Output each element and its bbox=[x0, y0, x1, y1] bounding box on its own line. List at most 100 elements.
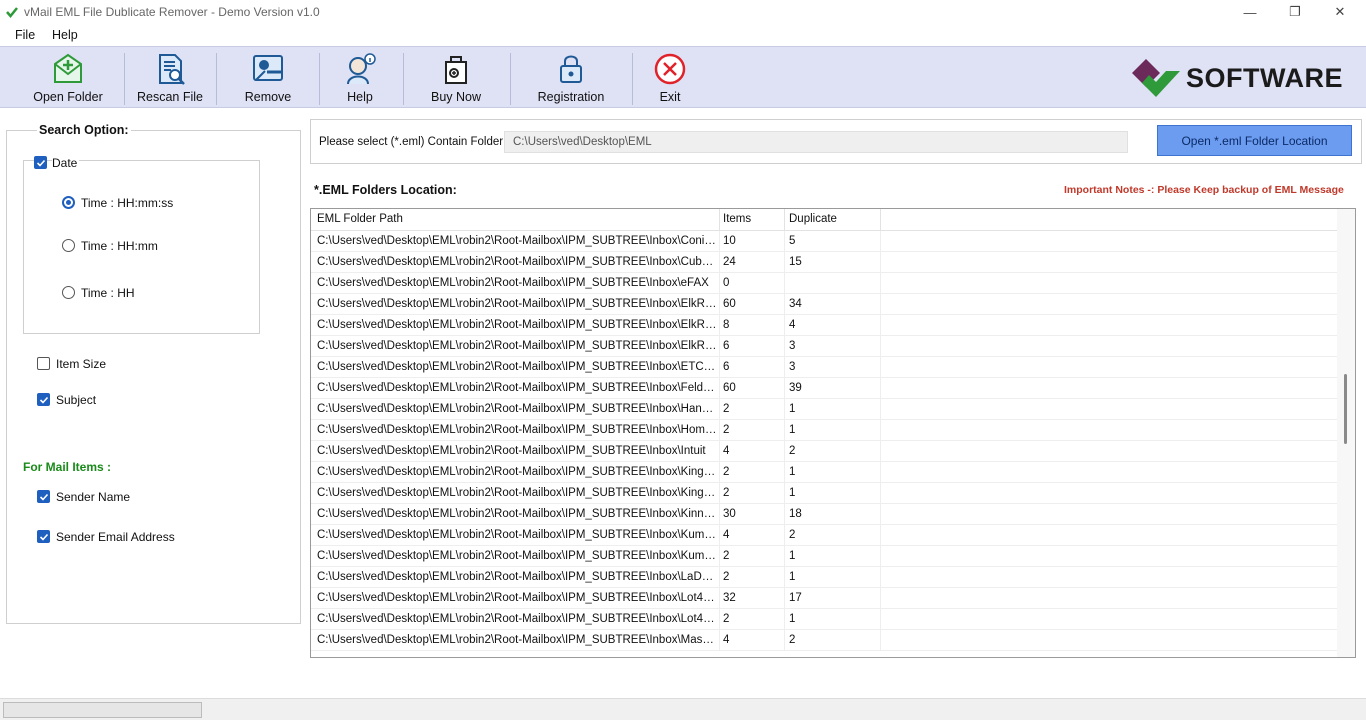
check-icon bbox=[36, 159, 45, 167]
cell-duplicate: 1 bbox=[789, 420, 881, 441]
exit-button[interactable]: Exit bbox=[645, 47, 695, 109]
cell-items: 6 bbox=[723, 336, 785, 357]
open-eml-folder-button[interactable]: Open *.eml Folder Location bbox=[1157, 125, 1352, 156]
toolbar: Open Folder Rescan File Remove Help Buy … bbox=[0, 46, 1366, 108]
cell-duplicate: 1 bbox=[789, 567, 881, 588]
cell-path: C:\Users\ved\Desktop\EML\robin2\Root-Mai… bbox=[317, 252, 720, 273]
help-button[interactable]: Help bbox=[330, 47, 390, 109]
table-row[interactable]: C:\Users\ved\Desktop\EML\robin2\Root-Mai… bbox=[311, 483, 1337, 504]
rescan-file-button[interactable]: Rescan File bbox=[133, 47, 207, 109]
subject-checkbox[interactable] bbox=[37, 393, 50, 406]
table-row[interactable]: C:\Users\ved\Desktop\EML\robin2\Root-Mai… bbox=[311, 273, 1337, 294]
minimize-button[interactable]: — bbox=[1227, 0, 1273, 24]
logo-mark-icon bbox=[1132, 59, 1180, 97]
table-row[interactable]: C:\Users\ved\Desktop\EML\robin2\Root-Mai… bbox=[311, 336, 1337, 357]
eml-folders-table[interactable]: EML Folder Path Items Duplicate C:\Users… bbox=[310, 208, 1356, 658]
radio-hh-label: Time : HH bbox=[81, 286, 135, 300]
table-row[interactable]: C:\Users\ved\Desktop\EML\robin2\Root-Mai… bbox=[311, 252, 1337, 273]
open-folder-label: Open Folder bbox=[33, 90, 103, 104]
check-icon bbox=[39, 533, 48, 541]
cell-items: 6 bbox=[723, 357, 785, 378]
registration-label: Registration bbox=[537, 90, 605, 104]
cell-duplicate: 17 bbox=[789, 588, 881, 609]
buy-now-button[interactable]: Buy Now bbox=[420, 47, 492, 109]
table-row[interactable]: C:\Users\ved\Desktop\EML\robin2\Root-Mai… bbox=[311, 546, 1337, 567]
cell-items: 32 bbox=[723, 588, 785, 609]
table-row[interactable]: C:\Users\ved\Desktop\EML\robin2\Root-Mai… bbox=[311, 609, 1337, 630]
check-icon bbox=[39, 396, 48, 404]
cell-duplicate: 1 bbox=[789, 483, 881, 504]
date-group: Time : HH:mm:ss Time : HH:mm Time : HH bbox=[23, 160, 260, 334]
menu-help[interactable]: Help bbox=[52, 28, 78, 42]
cell-duplicate: 39 bbox=[789, 378, 881, 399]
cell-path: C:\Users\ved\Desktop\EML\robin2\Root-Mai… bbox=[317, 378, 720, 399]
vertical-scrollbar[interactable] bbox=[1337, 209, 1355, 657]
radio-hhmmss[interactable] bbox=[62, 196, 75, 209]
remove-button[interactable]: Remove bbox=[232, 47, 304, 109]
table-row[interactable]: C:\Users\ved\Desktop\EML\robin2\Root-Mai… bbox=[311, 294, 1337, 315]
toolbar-separator bbox=[124, 53, 125, 105]
maximize-button[interactable]: ❐ bbox=[1272, 0, 1318, 24]
sender-email-checkbox[interactable] bbox=[37, 530, 50, 543]
menu-file[interactable]: File bbox=[15, 28, 35, 42]
cell-path: C:\Users\ved\Desktop\EML\robin2\Root-Mai… bbox=[317, 273, 720, 294]
open-folder-icon bbox=[54, 53, 82, 83]
menu-bar: File Help bbox=[0, 24, 1366, 46]
cell-path: C:\Users\ved\Desktop\EML\robin2\Root-Mai… bbox=[317, 483, 720, 504]
item-size-checkbox[interactable] bbox=[37, 357, 50, 370]
cell-duplicate: 1 bbox=[789, 609, 881, 630]
close-button[interactable]: ✕ bbox=[1317, 0, 1363, 24]
column-header-items[interactable]: Items bbox=[723, 209, 785, 231]
cell-path: C:\Users\ved\Desktop\EML\robin2\Root-Mai… bbox=[317, 315, 720, 336]
cell-path: C:\Users\ved\Desktop\EML\robin2\Root-Mai… bbox=[317, 525, 720, 546]
cell-path: C:\Users\ved\Desktop\EML\robin2\Root-Mai… bbox=[317, 441, 720, 462]
table-row[interactable]: C:\Users\ved\Desktop\EML\robin2\Root-Mai… bbox=[311, 567, 1337, 588]
exit-icon bbox=[654, 53, 686, 85]
cell-path: C:\Users\ved\Desktop\EML\robin2\Root-Mai… bbox=[317, 609, 720, 630]
table-row[interactable]: C:\Users\ved\Desktop\EML\robin2\Root-Mai… bbox=[311, 399, 1337, 420]
window-title: vMail EML File Dublicate Remover - Demo … bbox=[24, 5, 320, 19]
cell-items: 24 bbox=[723, 252, 785, 273]
table-row[interactable]: C:\Users\ved\Desktop\EML\robin2\Root-Mai… bbox=[311, 462, 1337, 483]
cell-path: C:\Users\ved\Desktop\EML\robin2\Root-Mai… bbox=[317, 231, 720, 252]
cell-path: C:\Users\ved\Desktop\EML\robin2\Root-Mai… bbox=[317, 588, 720, 609]
help-icon bbox=[347, 53, 376, 85]
sender-name-checkbox[interactable] bbox=[37, 490, 50, 503]
column-header-path[interactable]: EML Folder Path bbox=[317, 209, 720, 231]
folder-path-field[interactable]: C:\Users\ved\Desktop\EML bbox=[504, 131, 1128, 153]
important-notes: Important Notes -: Please Keep backup of… bbox=[1064, 184, 1344, 196]
cell-duplicate bbox=[789, 273, 881, 294]
radio-hh[interactable] bbox=[62, 286, 75, 299]
remove-icon bbox=[253, 55, 283, 81]
cell-duplicate: 5 bbox=[789, 231, 881, 252]
table-row[interactable]: C:\Users\ved\Desktop\EML\robin2\Root-Mai… bbox=[311, 420, 1337, 441]
cell-path: C:\Users\ved\Desktop\EML\robin2\Root-Mai… bbox=[317, 336, 720, 357]
date-checkbox[interactable] bbox=[34, 156, 47, 169]
table-row[interactable]: C:\Users\ved\Desktop\EML\robin2\Root-Mai… bbox=[311, 378, 1337, 399]
brand-logo: SOFTWARE bbox=[1130, 57, 1343, 99]
table-row[interactable]: C:\Users\ved\Desktop\EML\robin2\Root-Mai… bbox=[311, 525, 1337, 546]
table-row[interactable]: C:\Users\ved\Desktop\EML\robin2\Root-Mai… bbox=[311, 357, 1337, 378]
cell-duplicate: 2 bbox=[789, 630, 881, 651]
table-row[interactable]: C:\Users\ved\Desktop\EML\robin2\Root-Mai… bbox=[311, 231, 1337, 252]
table-row[interactable]: C:\Users\ved\Desktop\EML\robin2\Root-Mai… bbox=[311, 315, 1337, 336]
cell-items: 8 bbox=[723, 315, 785, 336]
registration-button[interactable]: Registration bbox=[530, 47, 612, 109]
toolbar-separator bbox=[403, 53, 404, 105]
cell-items: 60 bbox=[723, 378, 785, 399]
radio-hhmm[interactable] bbox=[62, 239, 75, 252]
cell-duplicate: 1 bbox=[789, 462, 881, 483]
buy-now-label: Buy Now bbox=[430, 90, 482, 104]
cell-duplicate: 3 bbox=[789, 357, 881, 378]
table-row[interactable]: C:\Users\ved\Desktop\EML\robin2\Root-Mai… bbox=[311, 441, 1337, 462]
item-size-label: Item Size bbox=[56, 357, 107, 371]
table-row[interactable]: C:\Users\ved\Desktop\EML\robin2\Root-Mai… bbox=[311, 588, 1337, 609]
cell-duplicate: 1 bbox=[789, 399, 881, 420]
table-row[interactable]: C:\Users\ved\Desktop\EML\robin2\Root-Mai… bbox=[311, 630, 1337, 651]
scrollbar-thumb[interactable] bbox=[1344, 374, 1347, 444]
help-label: Help bbox=[347, 90, 373, 104]
table-row[interactable]: C:\Users\ved\Desktop\EML\robin2\Root-Mai… bbox=[311, 504, 1337, 525]
column-header-duplicate[interactable]: Duplicate bbox=[789, 209, 881, 231]
cell-path: C:\Users\ved\Desktop\EML\robin2\Root-Mai… bbox=[317, 399, 720, 420]
open-folder-button[interactable]: Open Folder bbox=[28, 47, 108, 109]
